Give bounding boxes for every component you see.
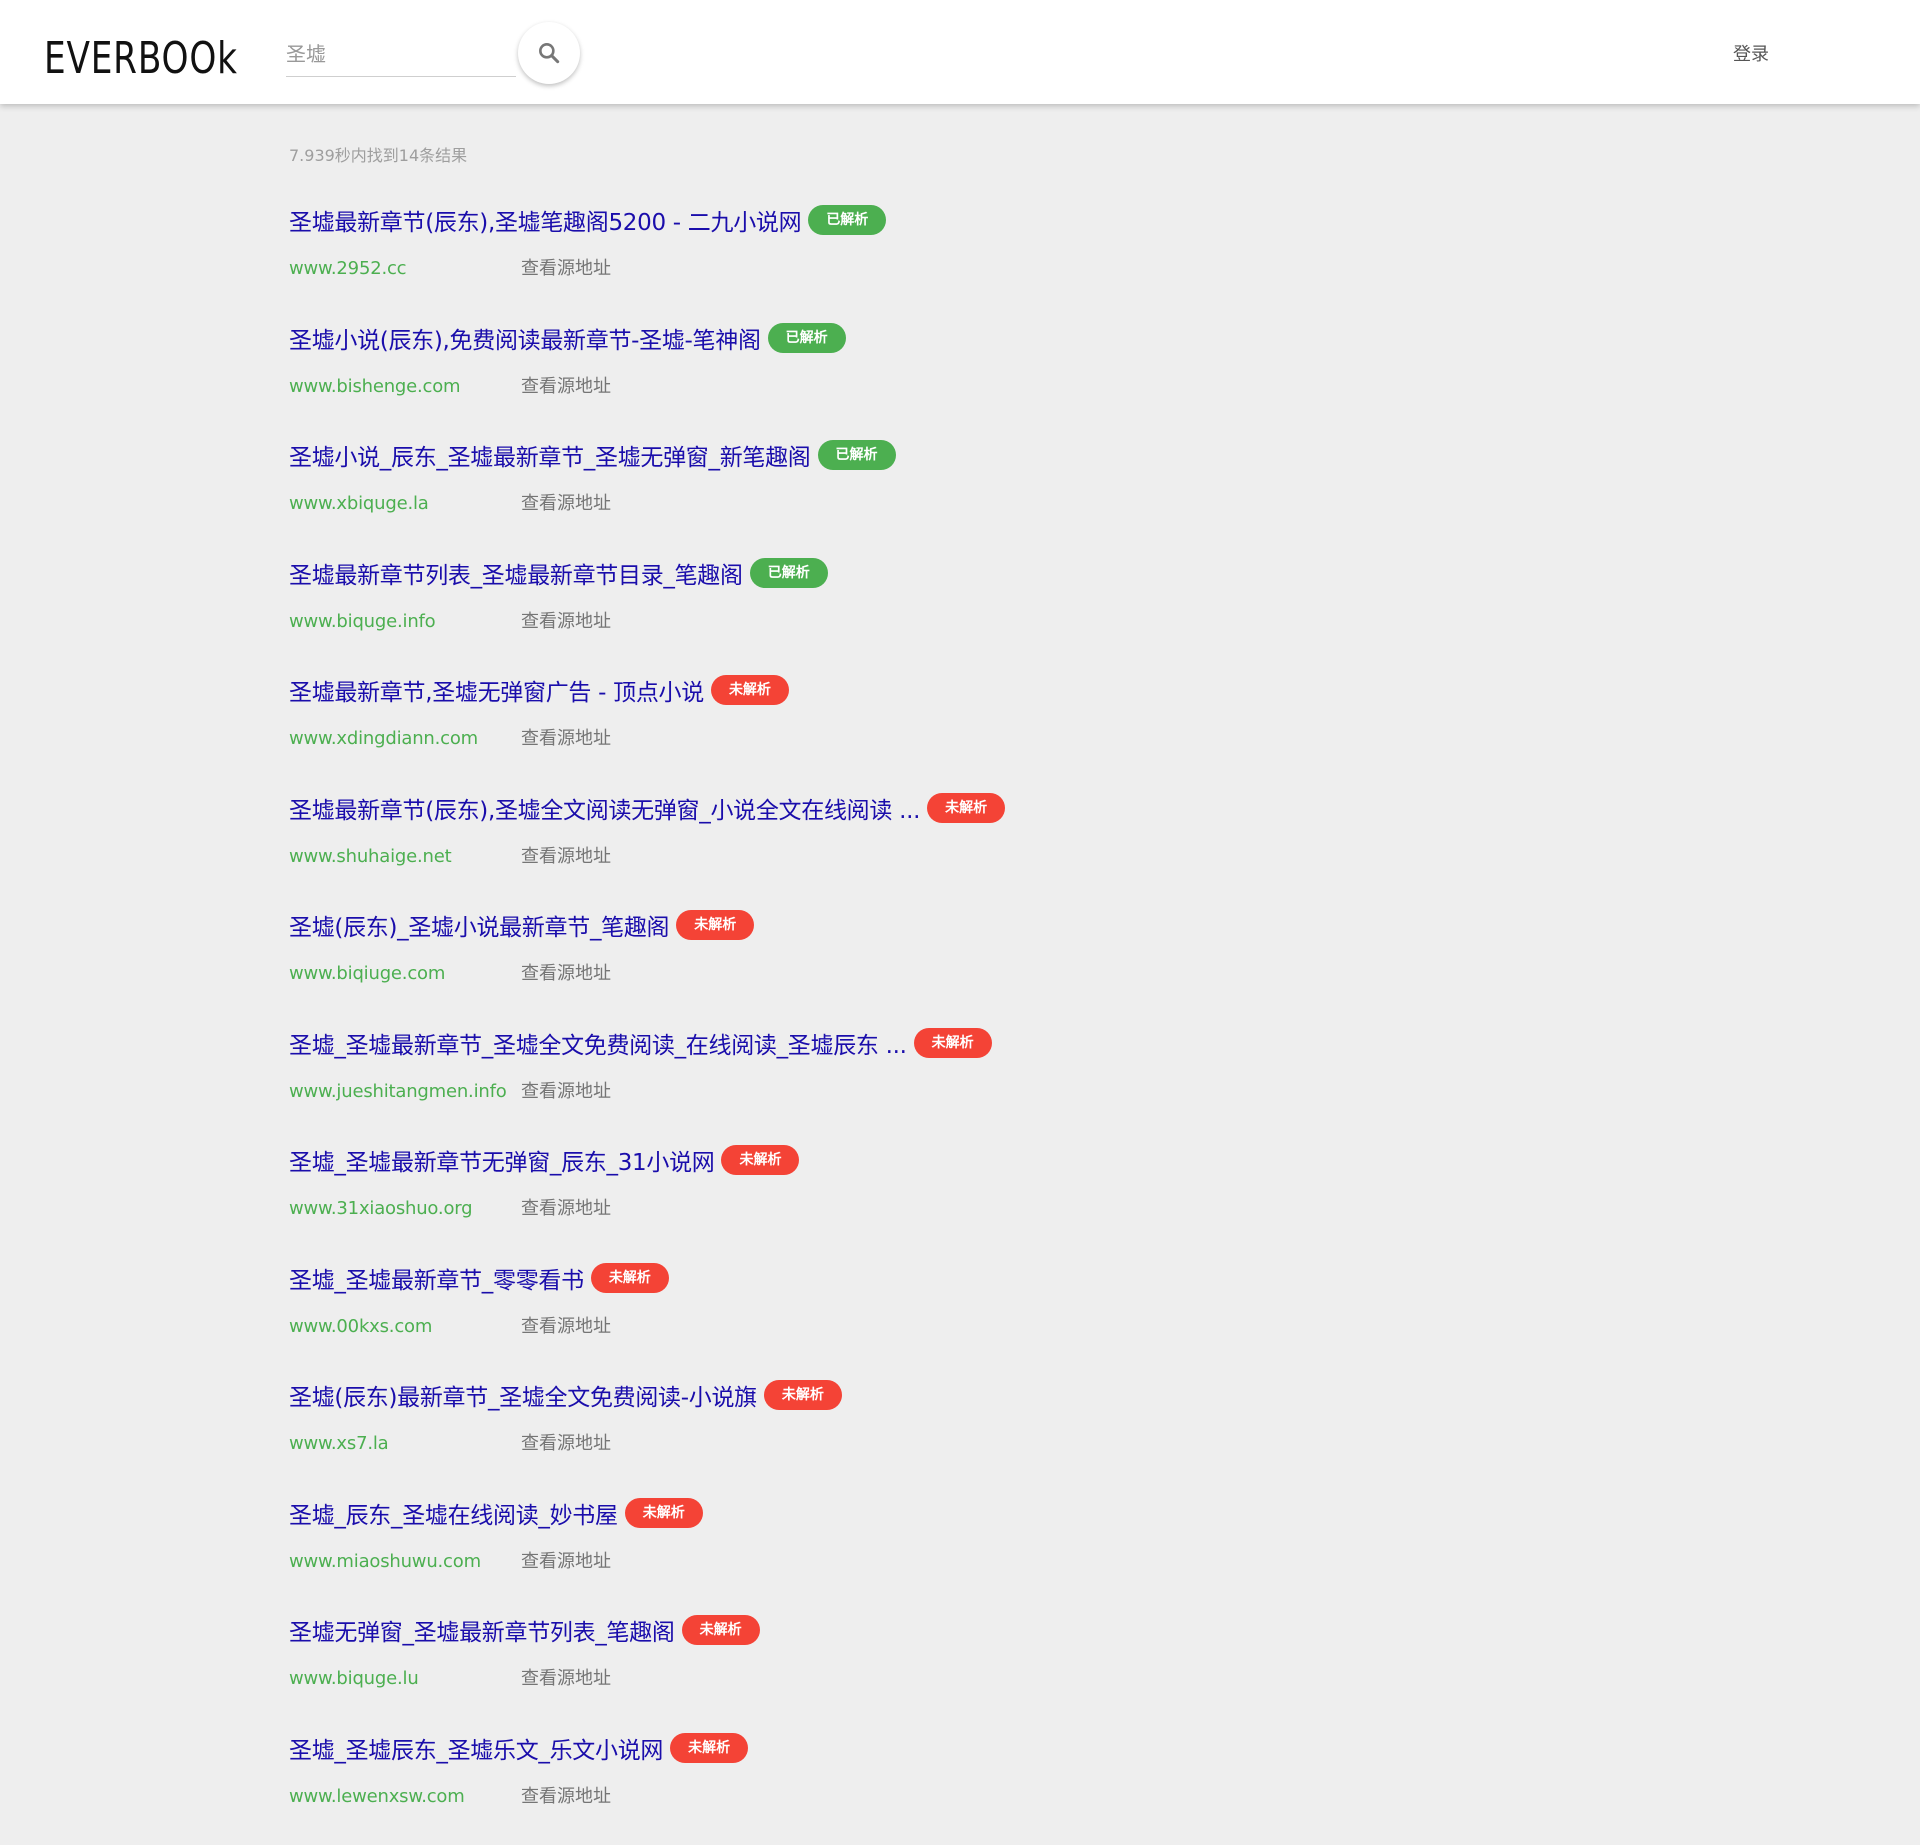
- result-title-link[interactable]: 圣墟小说_辰东_圣墟最新章节_圣墟无弹窗_新笔趣阁: [289, 438, 811, 472]
- result-domain: www.biqiuge.com: [289, 959, 445, 989]
- result-title-row: 圣墟_圣墟最新章节_零零看书未解析: [289, 1258, 1189, 1298]
- view-source-link[interactable]: 查看源地址: [521, 254, 611, 284]
- unparsed-badge: 未解析: [764, 1380, 842, 1410]
- result-item: 圣墟_辰东_圣墟在线阅读_妙书屋未解析 www.miaoshuwu.com 查看源地…: [289, 1493, 1189, 1611]
- result-title-link[interactable]: 圣墟_辰东_圣墟在线阅读_妙书屋: [289, 1496, 618, 1530]
- result-domain: www.xdingdiann.com: [289, 724, 478, 754]
- view-source-link[interactable]: 查看源地址: [521, 607, 611, 637]
- unparsed-badge: 未解析: [591, 1263, 669, 1293]
- result-title-row: 圣墟_圣墟最新章节_圣墟全文免费阅读_在线阅读_圣墟辰东 ...未解析: [289, 1023, 1189, 1063]
- view-source-link[interactable]: 查看源地址: [521, 1547, 611, 1577]
- result-domain: www.lewenxsw.com: [289, 1782, 465, 1812]
- result-title-link[interactable]: 圣墟无弹窗_圣墟最新章节列表_笔趣阁: [289, 1613, 675, 1647]
- result-item: 圣墟小说(辰东),免费阅读最新章节-圣墟-笔神阁已解析 www.bishenge.…: [289, 318, 1189, 436]
- result-title-row: 圣墟(辰东)最新章节_圣墟全文免费阅读-小说旗未解析: [289, 1375, 1189, 1415]
- result-title-link[interactable]: 圣墟_圣墟最新章节_零零看书: [289, 1261, 584, 1295]
- top-bar: EVERBOOk 登录: [0, 0, 1920, 104]
- result-domain: www.shuhaige.net: [289, 842, 451, 872]
- result-title-row: 圣墟最新章节(辰东),圣墟笔趣阁5200 - 二九小说网已解析: [289, 200, 1189, 240]
- result-title-row: 圣墟最新章节(辰东),圣墟全文阅读无弹窗_小说全文在线阅读 ...未解析: [289, 788, 1189, 828]
- result-item: 圣墟_圣墟最新章节_圣墟全文免费阅读_在线阅读_圣墟辰东 ...未解析 www.j…: [289, 1023, 1189, 1141]
- result-domain: www.31xiaoshuo.org: [289, 1194, 472, 1224]
- view-source-link[interactable]: 查看源地址: [521, 842, 611, 872]
- everbook-logo[interactable]: EVERBOOk: [44, 28, 292, 88]
- search-input[interactable]: [286, 30, 516, 74]
- result-domain: www.bishenge.com: [289, 372, 460, 402]
- result-title-row: 圣墟(辰东)_圣墟小说最新章节_笔趣阁未解析: [289, 905, 1189, 945]
- result-title-link[interactable]: 圣墟_圣墟辰东_圣墟乐文_乐文小说网: [289, 1731, 663, 1765]
- result-item: 圣墟最新章节,圣墟无弹窗广告 - 顶点小说未解析 www.xdingdiann.c…: [289, 670, 1189, 788]
- parsed-badge: 已解析: [818, 440, 896, 470]
- parsed-badge: 已解析: [768, 323, 846, 353]
- unparsed-badge: 未解析: [914, 1028, 992, 1058]
- view-source-link[interactable]: 查看源地址: [521, 489, 611, 519]
- result-item: 圣墟_圣墟最新章节_零零看书未解析 www.00kxs.com 查看源地址: [289, 1258, 1189, 1376]
- result-title-link[interactable]: 圣墟最新章节(辰东),圣墟全文阅读无弹窗_小说全文在线阅读 ...: [289, 791, 920, 825]
- result-title-link[interactable]: 圣墟小说(辰东),免费阅读最新章节-圣墟-笔神阁: [289, 321, 761, 355]
- logo-wordmark: EVERBOOk: [44, 33, 238, 84]
- view-source-link[interactable]: 查看源地址: [521, 372, 611, 402]
- search-button[interactable]: [518, 22, 580, 84]
- view-source-link[interactable]: 查看源地址: [521, 1194, 611, 1224]
- unparsed-badge: 未解析: [721, 1145, 799, 1175]
- result-item: 圣墟小说_辰东_圣墟最新章节_圣墟无弹窗_新笔趣阁已解析 www.xbiquge.…: [289, 435, 1189, 553]
- view-source-link[interactable]: 查看源地址: [521, 1782, 611, 1812]
- result-item: 圣墟无弹窗_圣墟最新章节列表_笔趣阁未解析 www.biquge.lu 查看源地址: [289, 1610, 1189, 1728]
- unparsed-badge: 未解析: [625, 1498, 703, 1528]
- login-link[interactable]: 登录: [1733, 40, 1769, 66]
- result-title-link[interactable]: 圣墟_圣墟最新章节无弹窗_辰东_31小说网: [289, 1143, 714, 1177]
- view-source-link[interactable]: 查看源地址: [521, 1664, 611, 1694]
- result-domain: www.xbiquge.la: [289, 489, 429, 519]
- result-item: 圣墟(辰东)_圣墟小说最新章节_笔趣阁未解析 www.biqiuge.com 查看源…: [289, 905, 1189, 1023]
- result-title-link[interactable]: 圣墟(辰东)最新章节_圣墟全文免费阅读-小说旗: [289, 1378, 757, 1412]
- result-title-row: 圣墟最新章节列表_圣墟最新章节目录_笔趣阁已解析: [289, 553, 1189, 593]
- unparsed-badge: 未解析: [711, 675, 789, 705]
- result-title-row: 圣墟小说(辰东),免费阅读最新章节-圣墟-笔神阁已解析: [289, 318, 1189, 358]
- unparsed-badge: 未解析: [927, 793, 1005, 823]
- view-source-link[interactable]: 查看源地址: [521, 1312, 611, 1342]
- view-source-link[interactable]: 查看源地址: [521, 1429, 611, 1459]
- result-domain: www.2952.cc: [289, 254, 406, 284]
- result-title-row: 圣墟无弹窗_圣墟最新章节列表_笔趣阁未解析: [289, 1610, 1189, 1650]
- result-domain: www.00kxs.com: [289, 1312, 432, 1342]
- result-domain: www.miaoshuwu.com: [289, 1547, 481, 1577]
- unparsed-badge: 未解析: [676, 910, 754, 940]
- result-item: 圣墟(辰东)最新章节_圣墟全文免费阅读-小说旗未解析 www.xs7.la 查看源地…: [289, 1375, 1189, 1493]
- result-stats: 7.939秒内找到14条结果: [289, 142, 467, 166]
- search-icon: [536, 40, 562, 66]
- result-title-row: 圣墟小说_辰东_圣墟最新章节_圣墟无弹窗_新笔趣阁已解析: [289, 435, 1189, 475]
- result-item: 圣墟最新章节列表_圣墟最新章节目录_笔趣阁已解析 www.biquge.info 查…: [289, 553, 1189, 671]
- result-item: 圣墟_圣墟最新章节无弹窗_辰东_31小说网未解析 www.31xiaoshuo.o…: [289, 1140, 1189, 1258]
- result-title-link[interactable]: 圣墟最新章节列表_圣墟最新章节目录_笔趣阁: [289, 556, 743, 590]
- result-domain: www.biquge.lu: [289, 1664, 419, 1694]
- result-domain: www.biquge.info: [289, 607, 435, 637]
- result-title-link[interactable]: 圣墟_圣墟最新章节_圣墟全文免费阅读_在线阅读_圣墟辰东 ...: [289, 1026, 907, 1060]
- result-title-link[interactable]: 圣墟(辰东)_圣墟小说最新章节_笔趣阁: [289, 908, 669, 942]
- parsed-badge: 已解析: [750, 558, 828, 588]
- result-title-row: 圣墟最新章节,圣墟无弹窗广告 - 顶点小说未解析: [289, 670, 1189, 710]
- search-field[interactable]: [286, 30, 516, 77]
- result-title-row: 圣墟_辰东_圣墟在线阅读_妙书屋未解析: [289, 1493, 1189, 1533]
- unparsed-badge: 未解析: [682, 1615, 760, 1645]
- results-list: 圣墟最新章节(辰东),圣墟笔趣阁5200 - 二九小说网已解析www.2952.…: [289, 200, 1189, 1845]
- result-title-row: 圣墟_圣墟最新章节无弹窗_辰东_31小说网未解析: [289, 1140, 1189, 1180]
- result-item: 圣墟最新章节(辰东),圣墟笔趣阁5200 - 二九小说网已解析 www.2952.…: [289, 200, 1189, 318]
- result-item: 圣墟最新章节(辰东),圣墟全文阅读无弹窗_小说全文在线阅读 ...未解析 www.…: [289, 788, 1189, 906]
- result-domain: www.xs7.la: [289, 1429, 388, 1459]
- view-source-link[interactable]: 查看源地址: [521, 1077, 611, 1107]
- result-title-row: 圣墟_圣墟辰东_圣墟乐文_乐文小说网未解析: [289, 1728, 1189, 1768]
- parsed-badge: 已解析: [808, 205, 886, 235]
- view-source-link[interactable]: 查看源地址: [521, 724, 611, 754]
- result-domain: www.jueshitangmen.info: [289, 1077, 507, 1107]
- result-item: 圣墟_圣墟辰东_圣墟乐文_乐文小说网未解析 www.lewenxsw.com 查看源…: [289, 1728, 1189, 1845]
- result-title-link[interactable]: 圣墟最新章节,圣墟无弹窗广告 - 顶点小说: [289, 673, 704, 707]
- unparsed-badge: 未解析: [670, 1733, 748, 1763]
- view-source-link[interactable]: 查看源地址: [521, 959, 611, 989]
- result-title-link[interactable]: 圣墟最新章节(辰东),圣墟笔趣阁5200 - 二九小说网: [289, 203, 801, 237]
